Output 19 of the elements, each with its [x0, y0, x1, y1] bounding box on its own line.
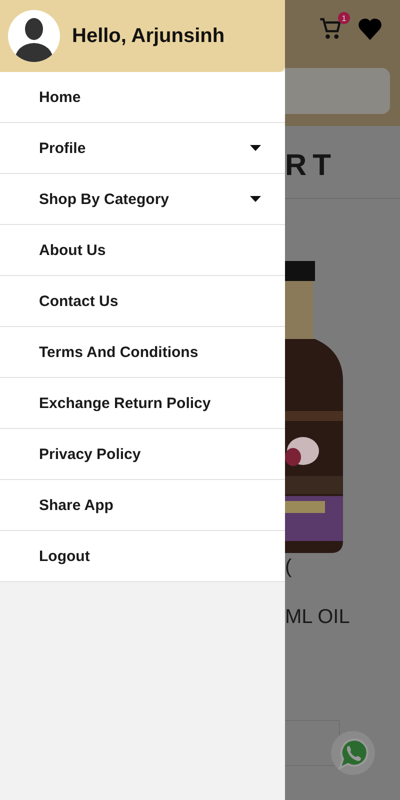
menu-item[interactable]: Logout [0, 531, 285, 582]
menu-item[interactable]: Share App [0, 480, 285, 531]
greeting-text: Hello, Arjunsinh [72, 24, 225, 48]
menu-item[interactable]: Exchange Return Policy [0, 378, 285, 429]
menu-item[interactable]: Shop By Category [0, 174, 285, 225]
menu-item[interactable]: Profile [0, 123, 285, 174]
menu-item[interactable]: Privacy Policy [0, 429, 285, 480]
search-field[interactable] [285, 68, 390, 114]
cart-badge: 1 [338, 12, 350, 24]
avatar-icon [8, 10, 60, 62]
menu-item[interactable]: Terms And Conditions [0, 327, 285, 378]
section-heading: RT [285, 148, 338, 184]
menu-item[interactable]: About Us [0, 225, 285, 276]
menu-item[interactable]: Contact Us [0, 276, 285, 327]
whatsapp-icon[interactable] [330, 730, 376, 776]
product-text: ML OIL [285, 605, 351, 629]
menu-item[interactable]: Home [0, 72, 285, 123]
product-text: ( [285, 555, 293, 579]
heart-icon[interactable] [358, 18, 382, 40]
